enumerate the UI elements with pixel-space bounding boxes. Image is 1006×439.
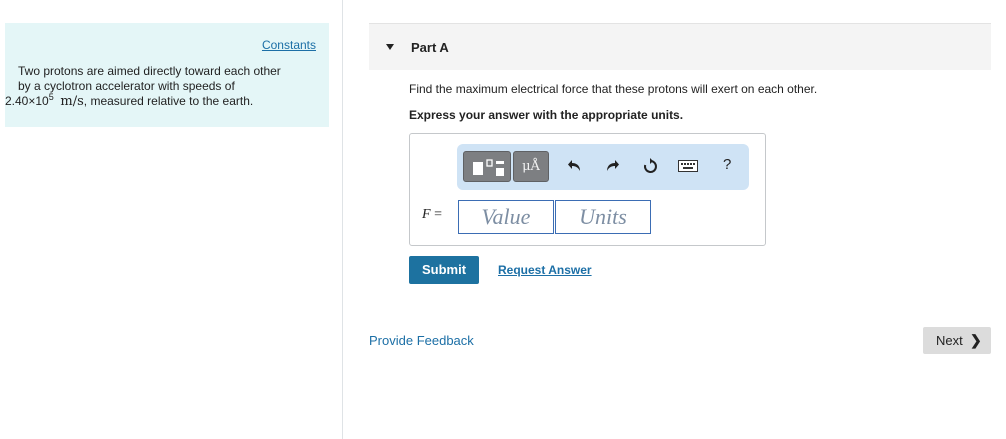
- answer-variable-label: F =: [422, 207, 442, 223]
- speed-suffix: , measured relative to the earth.: [83, 94, 254, 108]
- instruction-text: Express your answer with the appropriate…: [409, 108, 684, 122]
- next-button[interactable]: Next ❯: [923, 327, 991, 354]
- units-button[interactable]: μÅ: [513, 151, 549, 182]
- collapse-arrow-icon[interactable]: [386, 44, 394, 50]
- part-title: Part A: [411, 40, 449, 55]
- request-answer-link[interactable]: Request Answer: [498, 263, 592, 277]
- speed-exponent: 5: [48, 92, 54, 102]
- redo-icon[interactable]: [604, 158, 620, 178]
- value-input[interactable]: Value: [458, 200, 554, 234]
- answer-box: μÅ ? F = Value Units: [409, 133, 766, 246]
- keyboard-icon[interactable]: [678, 160, 698, 176]
- submit-button[interactable]: Submit: [409, 256, 479, 284]
- undo-icon[interactable]: [567, 158, 583, 178]
- problem-line-1: Two protons are aimed directly toward ea…: [18, 64, 281, 78]
- templates-button[interactable]: [463, 151, 511, 182]
- templates-icon: [473, 159, 504, 176]
- part-header[interactable]: Part A: [369, 23, 991, 70]
- constants-link[interactable]: Constants: [262, 38, 316, 52]
- chevron-right-icon: ❯: [970, 332, 982, 348]
- equals-sign: =: [434, 207, 442, 222]
- help-icon[interactable]: ?: [723, 157, 731, 173]
- math-toolbar: μÅ ?: [457, 144, 749, 190]
- problem-line-2: by a cyclotron accelerator with speeds o…: [18, 79, 235, 93]
- question-text: Find the maximum electrical force that t…: [409, 82, 818, 96]
- column-divider: [342, 0, 343, 439]
- variable-symbol: F: [422, 207, 431, 222]
- problem-statement: Two protons are aimed directly toward ea…: [5, 64, 318, 109]
- speed-unit: m/s: [60, 94, 84, 109]
- units-input[interactable]: Units: [555, 200, 651, 234]
- provide-feedback-link[interactable]: Provide Feedback: [369, 333, 474, 348]
- next-label: Next: [936, 333, 963, 348]
- speed-mantissa: 2.40×10: [5, 94, 49, 108]
- reset-icon[interactable]: [642, 158, 659, 179]
- problem-info-box: Constants Two protons are aimed directly…: [5, 23, 329, 127]
- problem-line-3: 2.40×105 m/s, measured relative to the e…: [5, 92, 305, 110]
